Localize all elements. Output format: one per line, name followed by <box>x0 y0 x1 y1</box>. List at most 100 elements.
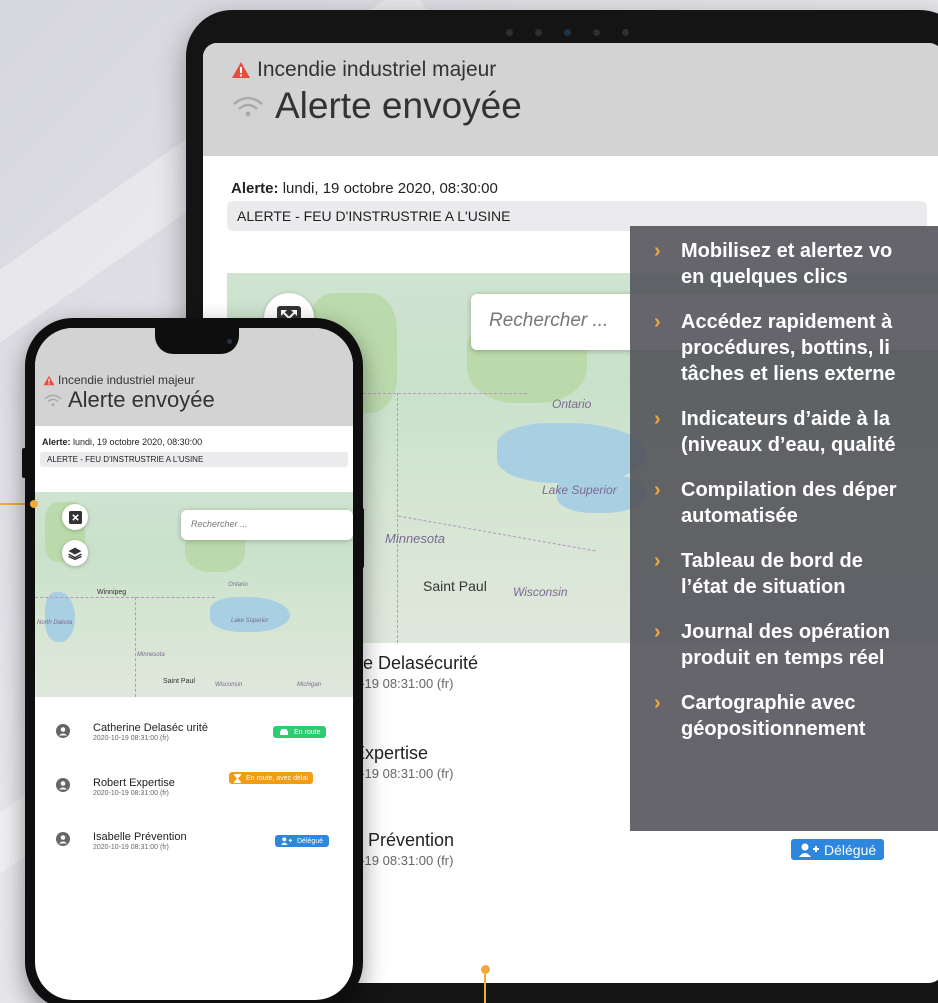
responder-time: 2020-10-19 08:31:00 (fr) <box>93 735 169 742</box>
phone-title-text: Alerte envoyée <box>68 387 215 412</box>
feature-item: › Cartographie avec géopositionnement <box>654 690 938 742</box>
map-label-wisconsin: Wisconsin <box>513 585 568 599</box>
list-item[interactable]: Isabelle Prévention 2020-10-19 08:31:00 … <box>93 831 187 851</box>
responder-name: ne Delasécurité <box>353 653 479 673</box>
phone-incident-subtitle: Incendie industriel majeur <box>43 373 195 387</box>
table-row[interactable]: ne Delasécurité 0-19 08:31:00 (fr) <box>353 653 478 691</box>
feature-text: Mobilisez et alertez vo en quelques clic… <box>681 240 893 288</box>
phone-screen: Incendie industriel majeur Alerte envoyé… <box>35 328 353 1000</box>
map-fullscreen-button[interactable] <box>62 504 88 530</box>
table-row[interactable]: e Prévention 0-19 08:31:00 (fr) <box>353 830 454 868</box>
avatar-icon <box>56 778 70 792</box>
map-label-ontario: Ontario <box>552 397 592 411</box>
badge-label: En route <box>294 728 321 736</box>
responder-name: Expertise <box>353 743 429 763</box>
tablet-page-title: Alerte envoyée <box>231 85 522 127</box>
phone-subtitle-text: Incendie industriel majeur <box>58 373 195 387</box>
tablet-incident-subtitle: Incendie industriel majeur <box>231 58 496 82</box>
warning-icon <box>43 375 55 385</box>
wifi-icon <box>44 394 62 407</box>
map-label-winnipeg: Winnipeg <box>97 589 127 596</box>
feature-text: Compilation des déper automatisée <box>681 479 897 527</box>
fullscreen-icon <box>68 510 82 524</box>
table-row[interactable]: Expertise 0-19 08:31:00 (fr) <box>353 743 453 781</box>
map-label-michigan: Michigan <box>297 682 322 688</box>
chevron-right-icon: › <box>654 408 661 430</box>
chevron-right-icon: › <box>654 692 661 714</box>
feature-item: › Journal des opération produit en temps … <box>654 619 938 671</box>
phone-alert-datetime: Alerte: lundi, 19 octobre 2020, 08:30:00 <box>42 437 202 447</box>
tablet-alert-datetime: Alerte: lundi, 19 octobre 2020, 08:30:00 <box>231 180 498 197</box>
tablet-subtitle-text: Incendie industriel majeur <box>257 58 497 81</box>
map-label-ontario: Ontario <box>228 582 248 588</box>
feature-item: › Compilation des déper automatisée <box>654 477 938 529</box>
responder-name: e Prévention <box>353 830 455 850</box>
phone-device: Incendie industriel majeur Alerte envoyé… <box>22 318 364 1003</box>
tablet-alert-label: Alerte: <box>231 180 279 197</box>
responder-time: 0-19 08:31:00 (fr) <box>353 766 454 781</box>
phone-alert-message: ALERTE - FEU D'INSTRUSTRIE A L'USINE <box>40 452 348 467</box>
phone-alert-date: lundi, 19 octobre 2020, 08:30:00 <box>73 437 203 447</box>
responder-time: 0-19 08:31:00 (fr) <box>353 853 454 868</box>
feature-item: › Indicateurs d’aide à la (niveaux d’eau,… <box>654 406 938 458</box>
phone-alert-label: Alerte: <box>42 437 71 447</box>
map-label-lake-superior: Lake Superior <box>542 483 617 497</box>
phone-power-button <box>360 508 364 568</box>
feature-item: › Accédez rapidement à procédures, bottin… <box>654 309 938 387</box>
feature-item: › Tableau de bord de l’état de situation <box>654 548 938 600</box>
badge-label: Délégué <box>297 837 324 845</box>
feature-text: Journal des opération produit en temps r… <box>681 621 890 669</box>
map-label-saint-paul: Saint Paul <box>423 578 487 594</box>
chevron-right-icon: › <box>654 240 661 262</box>
status-badge-delegue: Délégué <box>275 835 330 847</box>
map-label-north-dakota: North Dakota <box>37 620 73 626</box>
phone-page-title: Alerte envoyée <box>43 387 215 413</box>
callout-dot <box>481 965 490 974</box>
phone-volume-button <box>22 448 26 478</box>
chevron-right-icon: › <box>654 479 661 501</box>
status-badge-en-route-delai: En route, avec délai <box>229 772 313 784</box>
tablet-title-text: Alerte envoyée <box>275 85 522 126</box>
badge-label: En route, avec délai <box>246 774 308 782</box>
status-badge-en-route: En route <box>273 726 327 738</box>
list-item[interactable]: Robert Expertise 2020-10-19 08:31:00 (fr… <box>93 777 175 797</box>
responder-name: Catherine Delaséc urité <box>93 722 208 734</box>
responder-name: Robert Expertise <box>93 777 175 789</box>
feature-item: › Mobilisez et alertez vo en quelques cli… <box>654 238 938 290</box>
status-badge-delegue: Délégué <box>791 839 885 860</box>
feature-text: Cartographie avec géopositionnement <box>681 692 866 740</box>
feature-text: Accédez rapidement à procédures, bottins… <box>681 311 896 385</box>
chevron-right-icon: › <box>654 621 661 643</box>
map-label-lake-superior: Lake Superior <box>231 618 269 624</box>
chevron-right-icon: › <box>654 550 661 572</box>
avatar-icon <box>56 724 70 738</box>
wifi-icon <box>233 96 263 117</box>
car-icon <box>280 729 288 735</box>
map-label-minnesota: Minnesota <box>137 652 165 658</box>
callout-dot <box>30 500 38 508</box>
feature-text: Tableau de bord de l’état de situation <box>681 550 863 598</box>
map-label-saint-paul: Saint Paul <box>163 678 195 685</box>
responder-name: Isabelle Prévention <box>93 831 187 843</box>
responder-time: 2020-10-19 08:31:00 (fr) <box>93 844 169 851</box>
feature-text: Indicateurs d’aide à la (niveaux d’eau, … <box>681 408 896 456</box>
responder-time: 0-19 08:31:00 (fr) <box>353 676 454 691</box>
warning-icon <box>232 62 250 78</box>
tablet-header: Incendie industriel majeur Alerte envoyé… <box>203 43 938 156</box>
tablet-alert-date: lundi, 19 octobre 2020, 08:30:00 <box>282 180 498 197</box>
chevron-right-icon: › <box>654 311 661 333</box>
list-item[interactable]: Catherine Delaséc urité 2020-10-19 08:31… <box>93 722 208 742</box>
user-plus-icon <box>799 843 819 857</box>
map-label-minnesota: Minnesota <box>385 531 445 546</box>
hourglass-icon <box>234 773 241 783</box>
badge-label: Délégué <box>824 841 877 858</box>
map-layers-button[interactable] <box>62 540 88 566</box>
phone-map-search-input[interactable]: Rechercher ... <box>181 510 353 540</box>
avatar-icon <box>56 832 70 846</box>
responder-time: 2020-10-19 08:31:00 (fr) <box>93 790 169 797</box>
phone-camera <box>227 339 232 344</box>
user-plus-icon <box>281 837 292 845</box>
callout-line <box>484 974 486 1003</box>
map-label-wisconsin: Wisconsin <box>215 682 243 688</box>
tablet-camera-array <box>506 29 629 36</box>
